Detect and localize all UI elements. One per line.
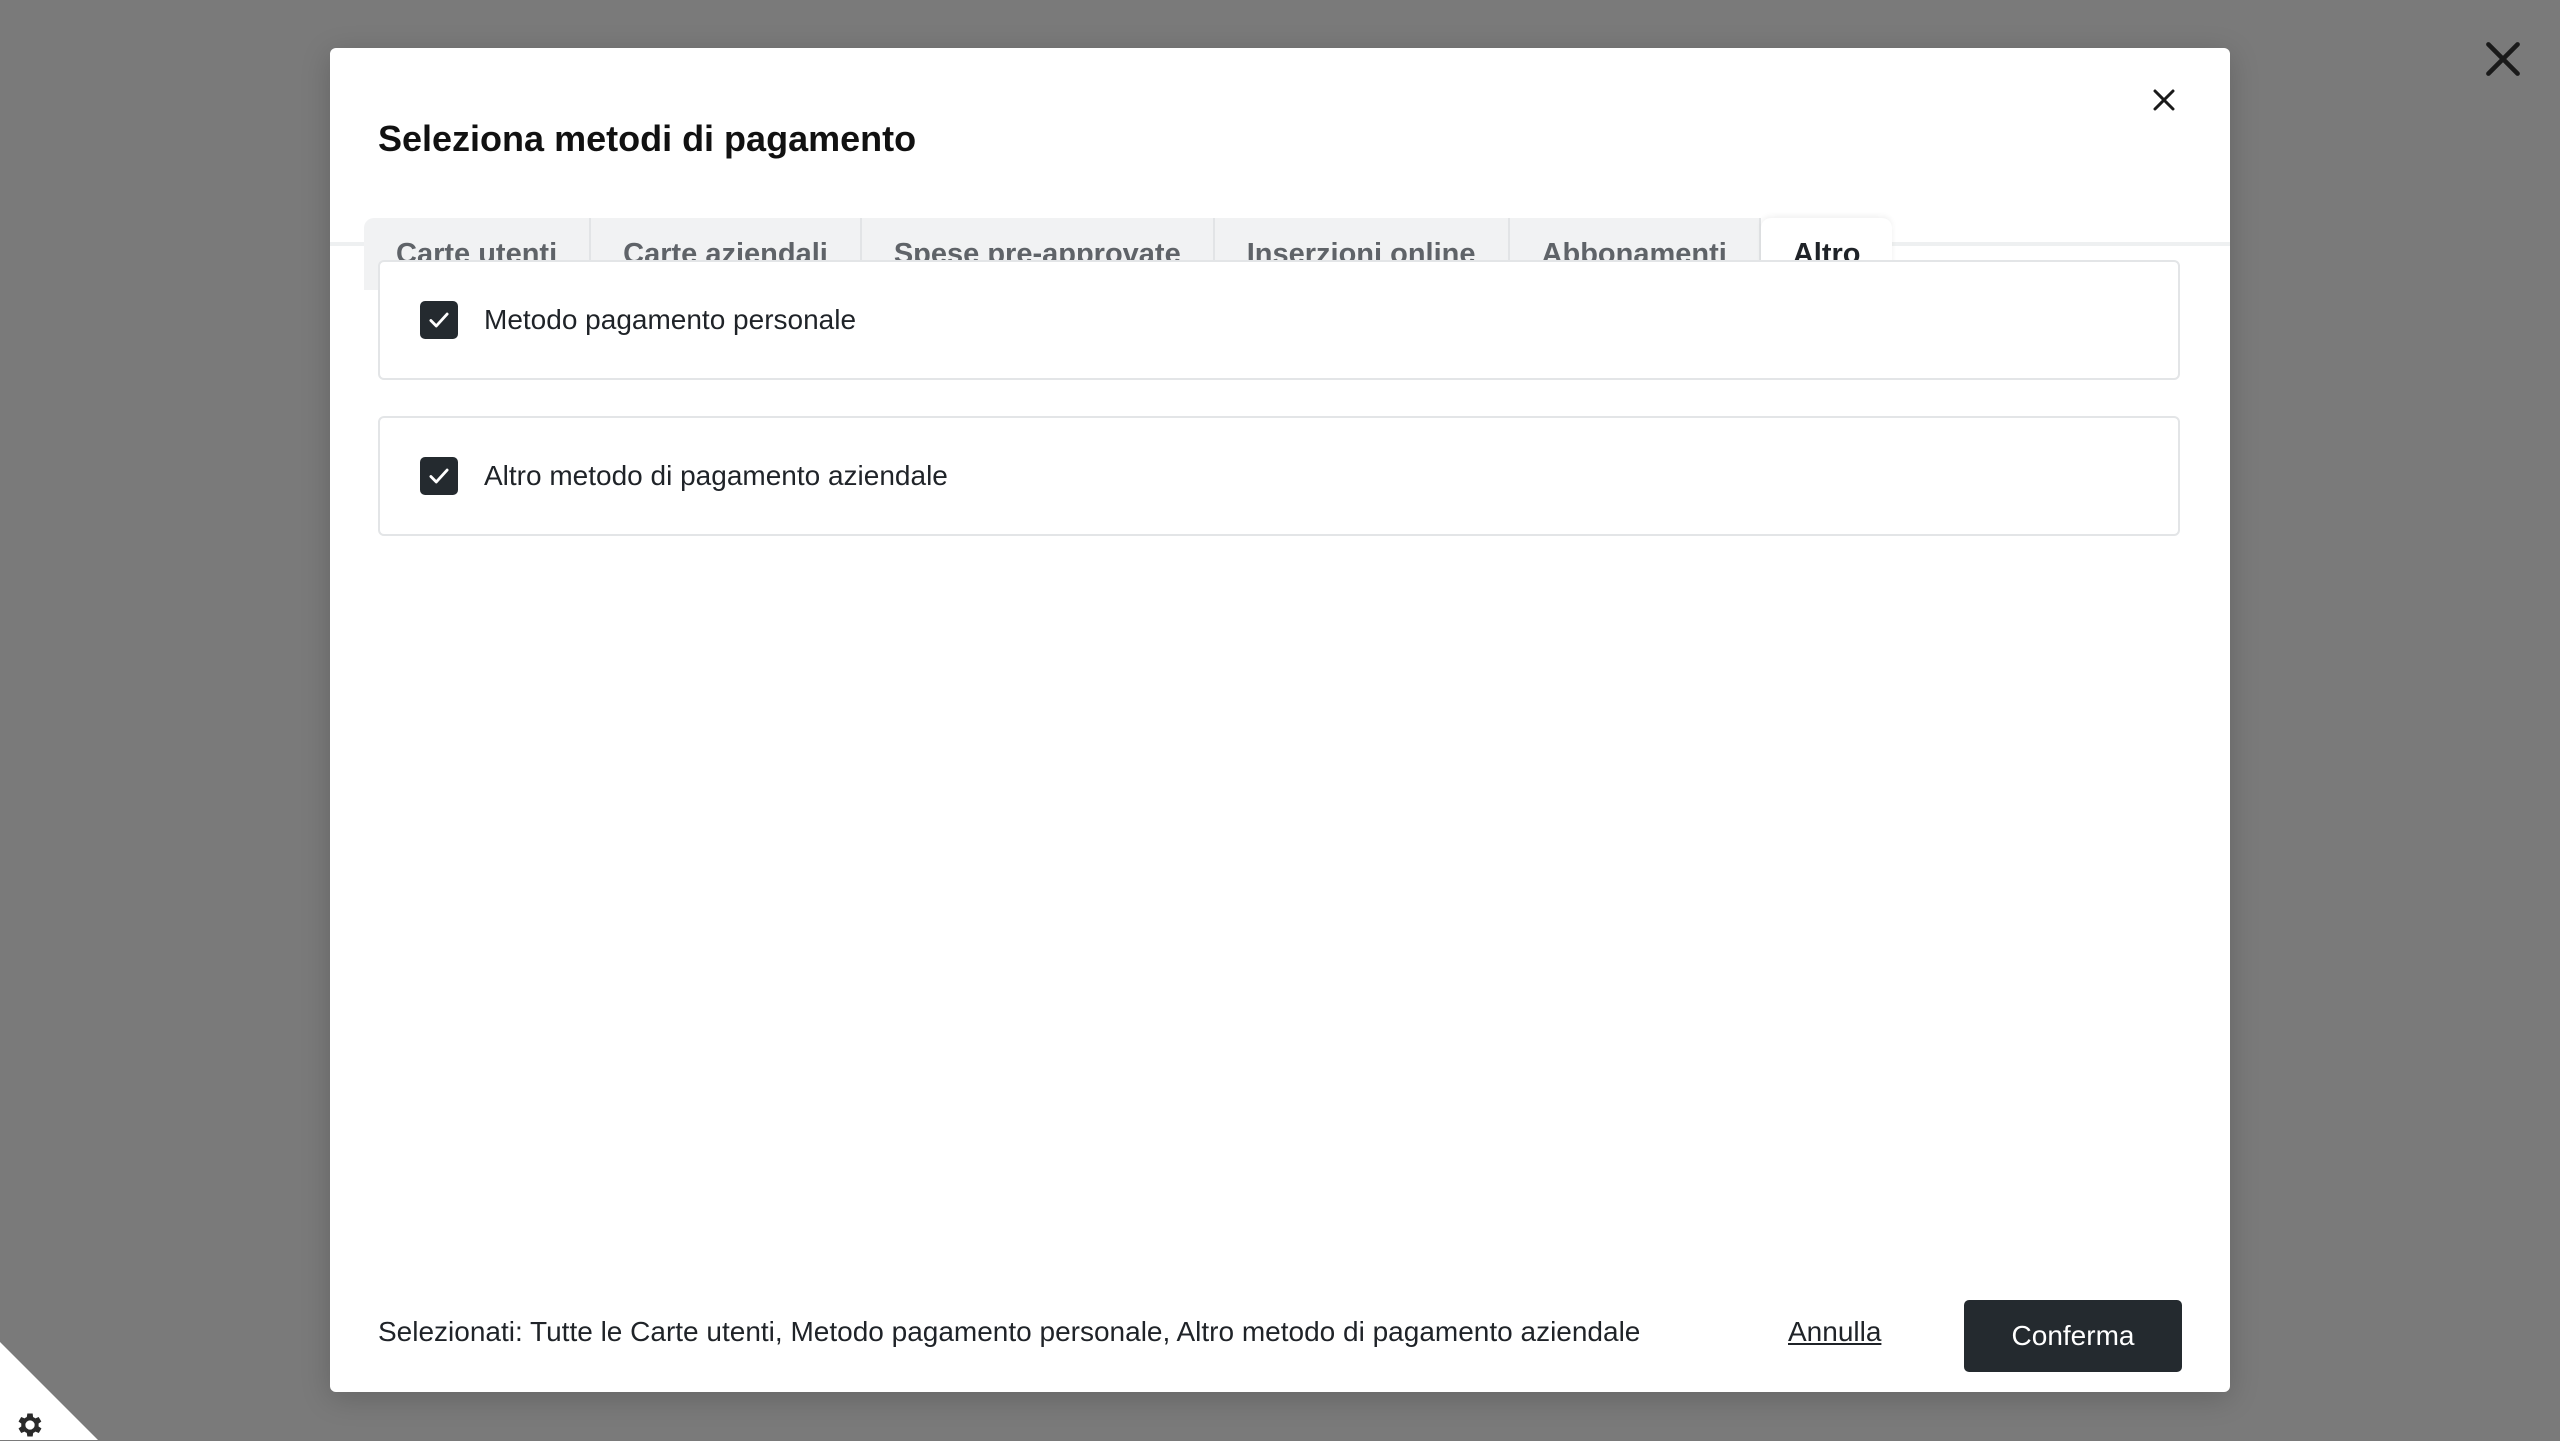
settings-corner[interactable] [0, 1342, 98, 1440]
checkmark-icon [429, 312, 449, 328]
checkmark-icon [429, 468, 449, 484]
overlay-close-button[interactable] [2478, 34, 2528, 84]
option-metodo-pagamento-personale[interactable]: Metodo pagamento personale [378, 260, 2180, 380]
option-altro-metodo-aziendale[interactable]: Altro metodo di pagamento aziendale [378, 416, 2180, 536]
close-icon [2486, 42, 2520, 76]
checkbox-checked[interactable] [420, 457, 458, 495]
cancel-link[interactable]: Annulla [1788, 1316, 1881, 1348]
dialog-close-button[interactable] [2146, 82, 2182, 118]
close-icon [2153, 89, 2175, 111]
checkbox-checked[interactable] [420, 301, 458, 339]
dialog-title: Seleziona metodi di pagamento [378, 118, 917, 159]
option-label: Metodo pagamento personale [484, 304, 857, 335]
option-label: Altro metodo di pagamento aziendale [484, 460, 948, 491]
payment-methods-dialog: Seleziona metodi di pagamento Carte uten… [330, 48, 2230, 1392]
selected-summary: Selezionati: Tutte le Carte utenti, Meto… [378, 1316, 1641, 1347]
gear-icon[interactable] [14, 1409, 46, 1441]
confirm-button[interactable]: Conferma [1964, 1300, 2182, 1372]
